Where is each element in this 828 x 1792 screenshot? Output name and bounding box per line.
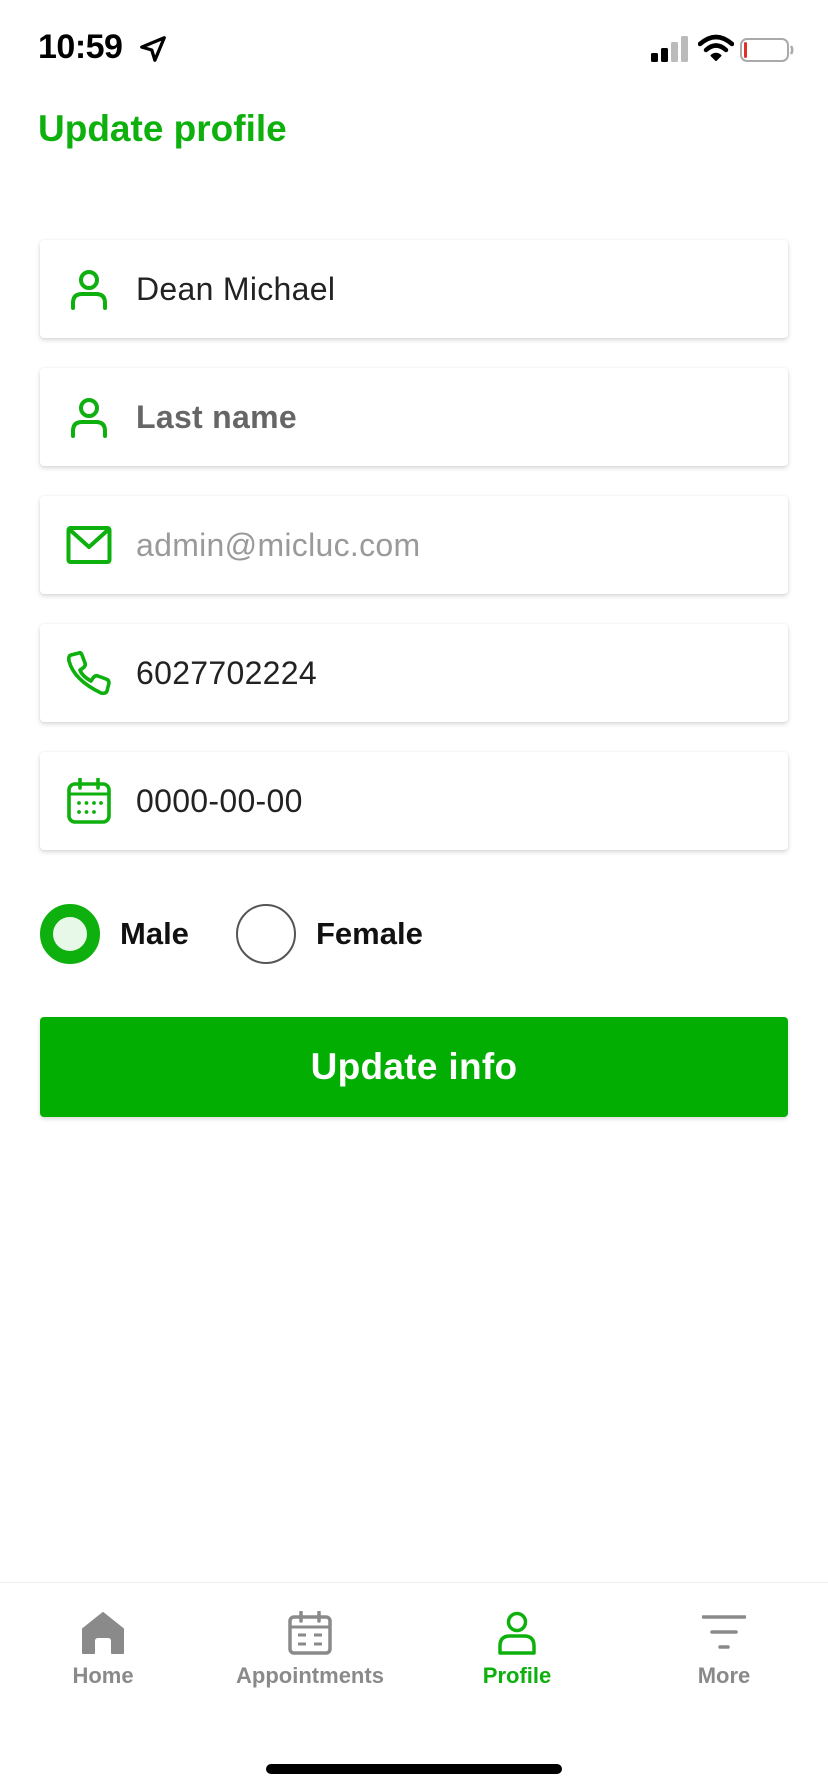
person-icon bbox=[64, 264, 114, 314]
date-of-birth-value: 0000-00-00 bbox=[136, 783, 303, 819]
gender-female-label[interactable]: Female bbox=[316, 912, 423, 956]
tab-home[interactable]: Home bbox=[3, 1611, 203, 1711]
first-name-field[interactable]: Dean Michael bbox=[40, 240, 788, 338]
wifi-icon bbox=[698, 34, 734, 61]
cellular-signal-icon bbox=[651, 36, 688, 62]
person-icon bbox=[64, 392, 114, 442]
home-indicator bbox=[266, 1764, 562, 1774]
tab-appointments-label: Appointments bbox=[236, 1663, 384, 1688]
tab-home-label: Home bbox=[72, 1663, 134, 1688]
email-value: admin@micluc.com bbox=[136, 527, 421, 563]
first-name-value: Dean Michael bbox=[136, 271, 336, 307]
bottom-tab-bar: Home Appointments Profile More bbox=[0, 1582, 828, 1792]
phone-value: 6027702224 bbox=[136, 655, 317, 691]
battery-low-icon bbox=[740, 38, 794, 62]
last-name-field[interactable]: Last name bbox=[40, 368, 788, 466]
gender-female-radio[interactable] bbox=[236, 904, 296, 964]
last-name-placeholder: Last name bbox=[136, 399, 297, 435]
phone-icon bbox=[64, 648, 114, 698]
tab-profile-label: Profile bbox=[482, 1663, 552, 1688]
calendar-icon bbox=[64, 776, 114, 826]
home-icon bbox=[82, 1612, 124, 1654]
location-arrow-icon bbox=[140, 36, 166, 62]
tab-appointments[interactable]: Appointments bbox=[210, 1611, 410, 1711]
person-icon bbox=[498, 1611, 536, 1655]
date-of-birth-field[interactable]: 0000-00-00 bbox=[40, 752, 788, 850]
filter-menu-icon bbox=[702, 1615, 746, 1649]
gender-male-label[interactable]: Male bbox=[120, 912, 189, 956]
status-time: 10:59 bbox=[38, 28, 123, 66]
page-title: Update profile bbox=[38, 108, 287, 149]
gender-male-radio[interactable] bbox=[40, 904, 100, 964]
phone-field[interactable]: 6027702224 bbox=[40, 624, 788, 722]
tab-more-label: More bbox=[697, 1663, 751, 1688]
tab-profile[interactable]: Profile bbox=[417, 1611, 617, 1711]
envelope-icon bbox=[64, 520, 114, 570]
calendar-icon bbox=[288, 1611, 332, 1655]
update-info-button[interactable]: Update info bbox=[40, 1017, 788, 1117]
update-profile-screen: 10:59 Update profile Dean Michael Last n… bbox=[0, 0, 828, 1792]
tab-more[interactable]: More bbox=[624, 1611, 824, 1711]
status-bar: 10:59 bbox=[0, 0, 828, 100]
email-field[interactable]: admin@micluc.com bbox=[40, 496, 788, 594]
